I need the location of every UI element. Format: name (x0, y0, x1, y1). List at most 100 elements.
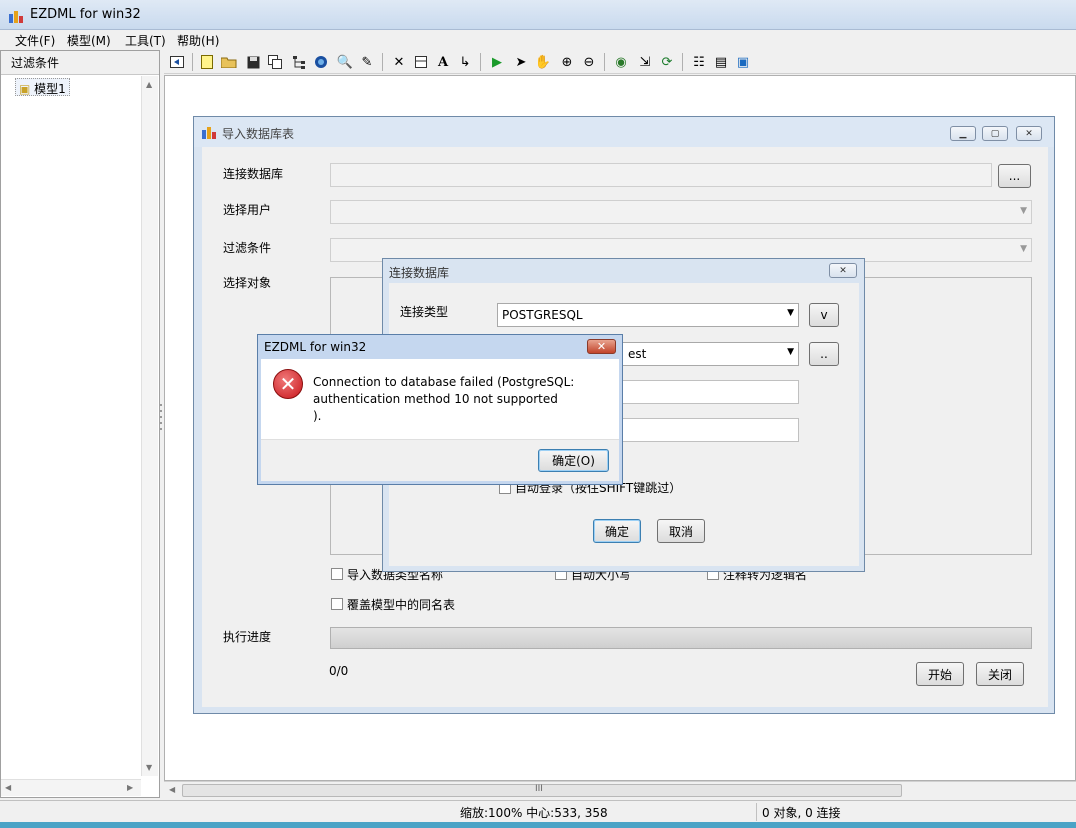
save-icon[interactable] (242, 52, 264, 72)
left-panel: 过滤条件 ▣ 模型1 ▲ ▼ ◀ ▶ (0, 50, 160, 798)
checkbox-overwrite-tables-label: 覆盖模型中的同名表 (347, 598, 456, 612)
progress-bar (330, 627, 1032, 649)
message-box-footer: 确定(O) (261, 439, 619, 481)
chevron-down-icon: ▼ (787, 347, 794, 357)
start-button[interactable]: 开始 (916, 662, 964, 686)
new-file-icon[interactable] (196, 52, 218, 72)
connection-type-value: POSTGRESQL (502, 308, 583, 322)
pointer-icon[interactable]: ➤ (510, 52, 532, 72)
scroll-left-icon[interactable]: ◀ (169, 785, 175, 794)
type-button[interactable]: v (809, 303, 839, 327)
taskbar-strip (0, 822, 1076, 828)
message-box-client: ✕ Connection to database failed (Postgre… (261, 359, 619, 481)
add-list-icon[interactable]: ☷ (688, 52, 710, 72)
database-browse-button[interactable]: .. (809, 342, 839, 366)
edit-pen-icon[interactable]: ✎ (356, 52, 378, 72)
toolbar-separator (382, 53, 383, 71)
error-message-line: authentication method 10 not supported (313, 392, 558, 406)
scroll-down-icon[interactable]: ▼ (146, 763, 152, 772)
find-icon[interactable]: 🔍 (334, 52, 356, 72)
status-zoom: 缩放:100% 中心:533, 358 (460, 806, 608, 820)
cancel-button[interactable]: 取消 (657, 519, 705, 543)
app-icon (8, 8, 24, 24)
text-icon[interactable]: A (432, 52, 454, 72)
database-value: est (628, 347, 647, 361)
connection-type-select[interactable]: POSTGRESQL ▼ (497, 303, 799, 327)
menu-model[interactable]: 模型(M) (62, 32, 116, 49)
tree-layout-icon[interactable] (288, 52, 310, 72)
menu-bar: 文件(F) 模型(M) 工具(T) 帮助(H) (0, 30, 1076, 50)
tree-item-label: 模型1 (34, 82, 66, 96)
hand-icon[interactable]: ✋ (532, 52, 554, 72)
minimize-button[interactable]: ▁ (950, 126, 976, 141)
status-counts: 0 对象, 0 连接 (762, 806, 841, 820)
chevron-down-icon: ▼ (1020, 206, 1027, 216)
toolbar-separator (480, 53, 481, 71)
message-ok-button[interactable]: 确定(O) (538, 449, 609, 472)
scroll-grip: III (535, 784, 543, 794)
toolbar-separator (604, 53, 605, 71)
ok-button[interactable]: 确定 (593, 519, 641, 543)
message-box-close-button[interactable]: ✕ (587, 339, 616, 354)
zoom-out-icon[interactable]: ⊖ (578, 52, 600, 72)
properties-icon[interactable]: ▤ (710, 52, 732, 72)
menu-tools[interactable]: 工具(T) (120, 32, 171, 49)
left-horizontal-scrollbar[interactable]: ◀ ▶ (1, 779, 141, 796)
toolbar-separator (192, 53, 193, 71)
close-dialog-button[interactable]: 关闭 (976, 662, 1024, 686)
scroll-left-icon[interactable]: ◀ (5, 783, 11, 792)
scroll-right-icon[interactable]: ▶ (127, 783, 133, 792)
user-select[interactable]: ▼ (330, 200, 1032, 224)
menu-help[interactable]: 帮助(H) (172, 32, 224, 49)
link-icon[interactable]: ↳ (454, 52, 476, 72)
delete-icon[interactable]: ✕ (388, 52, 410, 72)
menu-file[interactable]: 文件(F) (10, 32, 60, 49)
zoom-in-icon[interactable]: ⊕ (556, 52, 578, 72)
left-panel-header: 过滤条件 (1, 51, 159, 75)
maximize-button[interactable]: ▢ (982, 126, 1008, 141)
message-box-title: EZDML for win32 (264, 340, 367, 354)
scroll-up-icon[interactable]: ▲ (146, 80, 152, 89)
toolbar: 🔍 ✎ ✕ A ↳ ▶ ➤ ✋ ⊕ ⊖ ◉ ⇲ ⟳ ☷ ▤ ▣ (164, 50, 1076, 74)
error-message-line: ). (313, 409, 322, 423)
checkbox-import-type-names[interactable] (331, 568, 343, 580)
eye-icon[interactable]: ◉ (610, 52, 632, 72)
progress-label: 执行进度 (223, 630, 272, 644)
error-icon: ✕ (273, 369, 303, 399)
status-bar: 缩放:100% 中心:533, 358 0 对象, 0 连接 (0, 800, 1076, 822)
select-objects-label: 选择对象 (223, 276, 272, 290)
copy-icon[interactable] (264, 52, 286, 72)
toolbar-separator (682, 53, 683, 71)
connect-db-label: 连接数据库 (223, 167, 284, 181)
play-icon[interactable]: ▶ (486, 52, 508, 72)
scroll-thumb[interactable]: III (182, 784, 902, 797)
left-vertical-scrollbar[interactable]: ▲ ▼ (141, 76, 158, 776)
filter-label: 过滤条件 (223, 241, 272, 255)
error-message-box: EZDML for win32 ✕ ✕ Connection to databa… (257, 334, 623, 485)
select-user-label: 选择用户 (223, 203, 272, 217)
tree-item-model[interactable]: ▣ 模型1 (15, 78, 70, 96)
chevron-down-icon: ▼ (787, 308, 794, 318)
table-icon[interactable] (410, 52, 432, 72)
error-message-line: Connection to database failed (PostgreSQ… (313, 375, 575, 389)
connection-field[interactable] (330, 163, 992, 187)
title-bar: EZDML for win32 (0, 0, 1076, 30)
connect-dialog-close-button[interactable]: ✕ (829, 263, 857, 278)
database-icon[interactable] (310, 52, 332, 72)
import-dialog-titlebar: 导入数据库表 ▁ ▢ ✕ (194, 117, 1054, 147)
connect-dialog-title: 连接数据库 (389, 266, 450, 280)
import-icon[interactable]: ⇲ (634, 52, 656, 72)
refresh-icon[interactable]: ⟳ (656, 52, 678, 72)
message-box-titlebar: EZDML for win32 ✕ (258, 335, 622, 359)
browse-button[interactable]: ... (998, 164, 1031, 188)
app-icon (202, 125, 216, 142)
panel-splitter[interactable] (159, 400, 163, 440)
checkbox-overwrite-tables[interactable] (331, 598, 343, 610)
toggle-panel-icon[interactable] (166, 52, 188, 72)
fit-screen-icon[interactable]: ▣ (732, 52, 754, 72)
open-folder-icon[interactable] (218, 52, 240, 72)
canvas-horizontal-scrollbar[interactable]: ◀ III (164, 781, 1076, 798)
close-button[interactable]: ✕ (1016, 126, 1042, 141)
error-message: Connection to database failed (PostgreSQ… (313, 374, 574, 425)
chevron-down-icon: ▼ (1020, 244, 1027, 254)
